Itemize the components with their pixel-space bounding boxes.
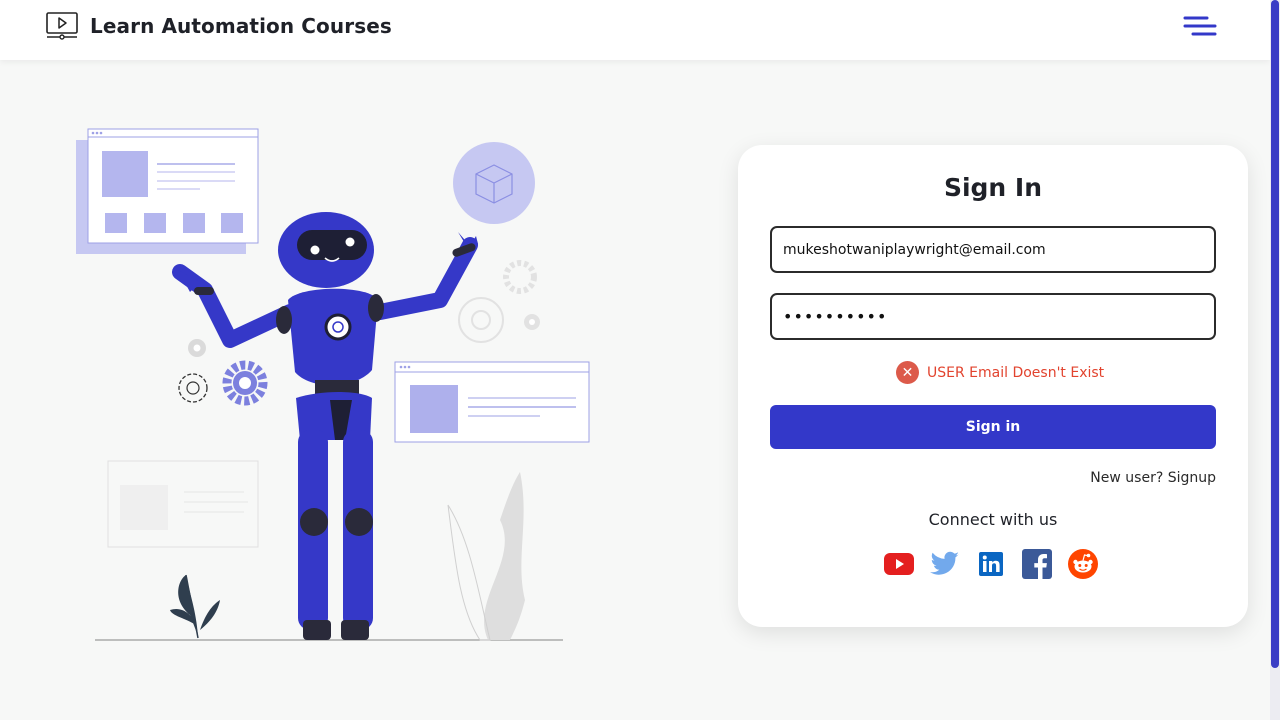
error-x-icon: ✕ <box>896 361 919 384</box>
sign-in-button[interactable]: Sign in <box>770 405 1216 449</box>
robot-illustration <box>76 128 590 641</box>
scrollbar-thumb[interactable] <box>1271 0 1279 668</box>
signin-title: Sign In <box>943 173 1043 202</box>
hamburger-menu-icon[interactable] <box>1183 14 1217 40</box>
linkedin-icon[interactable] <box>976 548 1006 580</box>
twitter-icon[interactable] <box>930 548 960 580</box>
email-field[interactable] <box>770 226 1216 273</box>
error-message: ✕ USER Email Doesn't Exist <box>896 361 1104 384</box>
top-navbar: Learn Automation Courses <box>0 0 1270 60</box>
error-text: USER Email Doesn't Exist <box>927 364 1105 381</box>
video-player-icon <box>46 12 78 40</box>
reddit-icon[interactable] <box>1068 548 1098 580</box>
password-field[interactable] <box>770 293 1216 340</box>
brand[interactable]: Learn Automation Courses <box>46 12 392 40</box>
youtube-icon[interactable] <box>884 548 914 580</box>
connect-label: Connect with us <box>928 510 1058 529</box>
social-links <box>884 548 1098 580</box>
signup-link[interactable]: New user? Signup <box>1090 470 1216 486</box>
brand-title: Learn Automation Courses <box>90 14 392 38</box>
signin-card: Sign In ✕ USER Email Doesn't Exist Sign … <box>738 145 1248 627</box>
facebook-icon[interactable] <box>1022 548 1052 580</box>
